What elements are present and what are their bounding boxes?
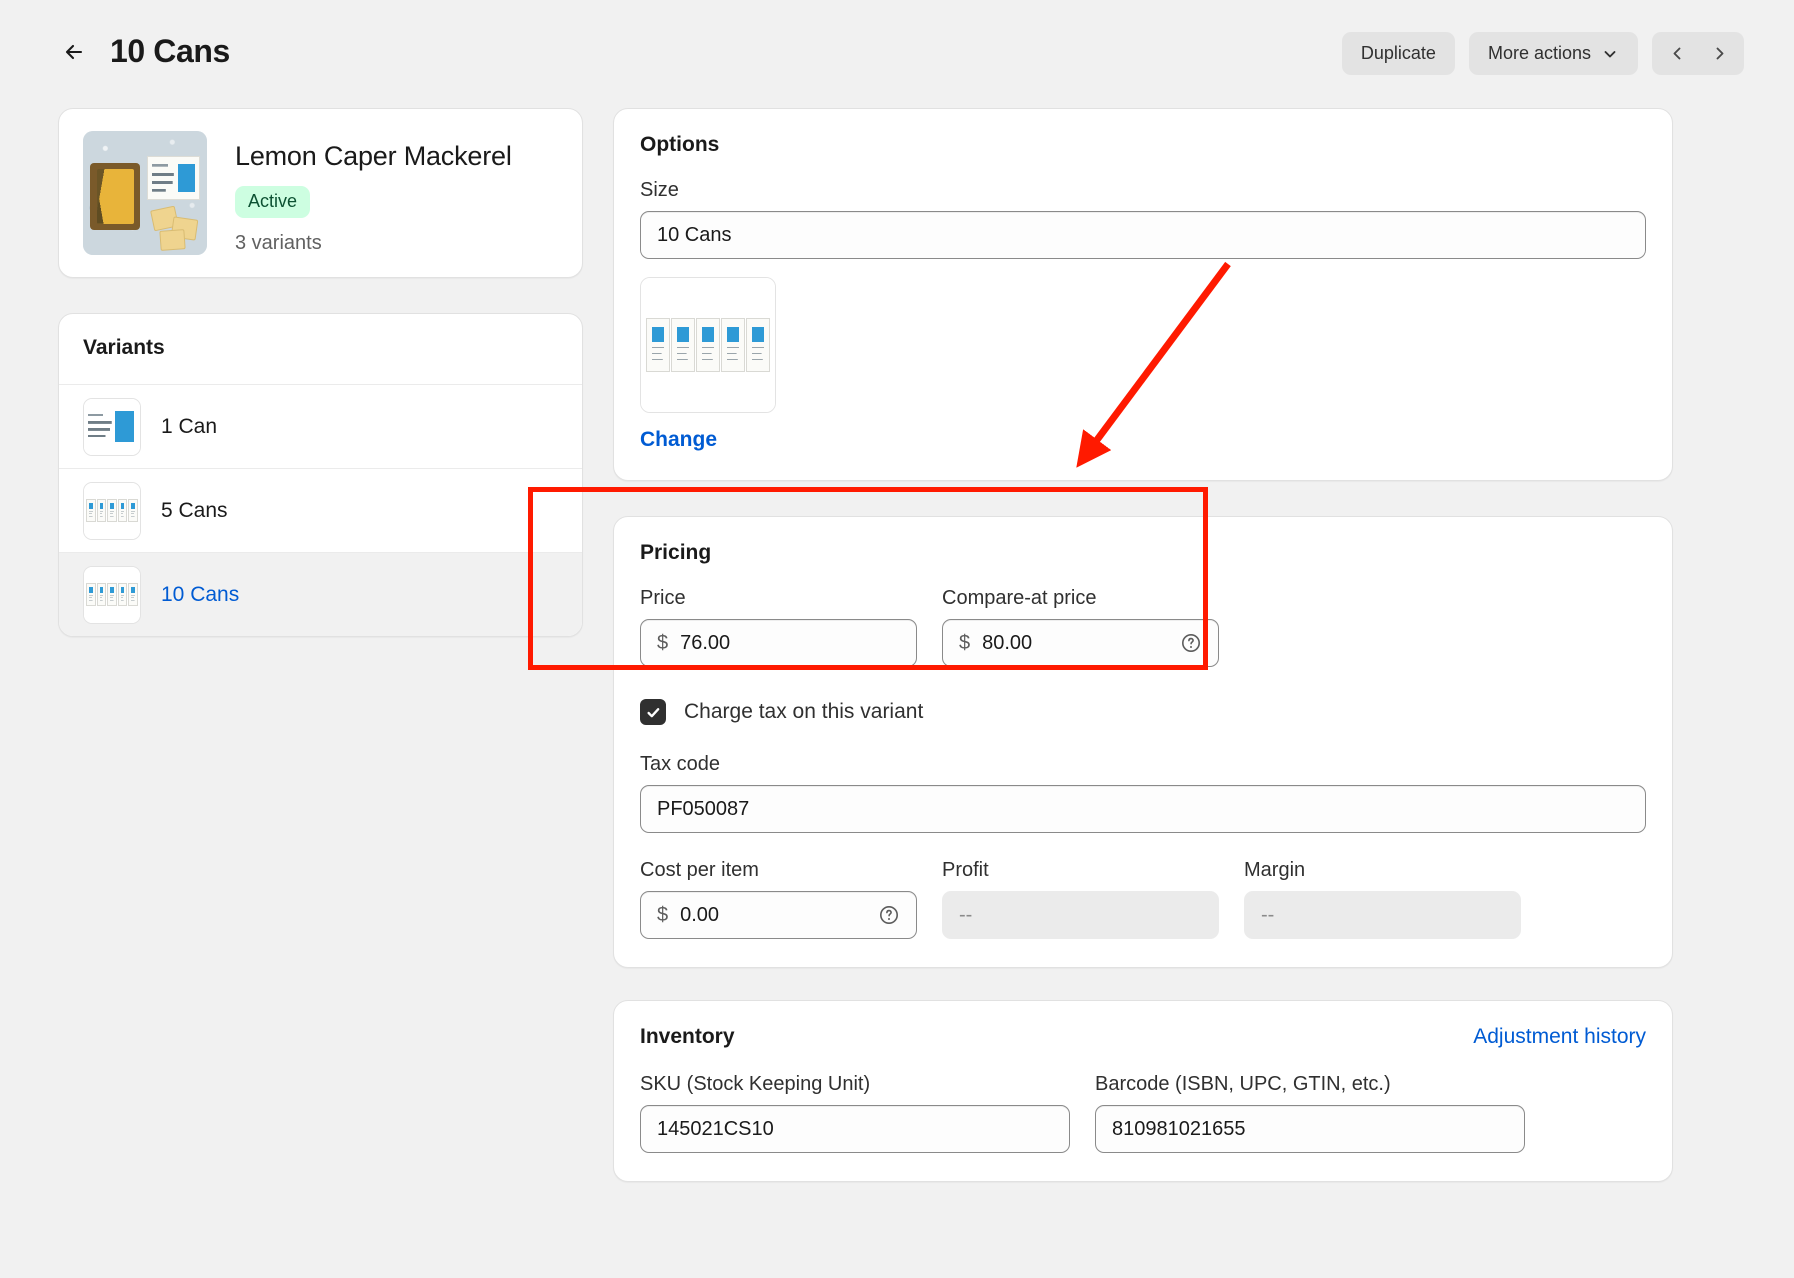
inventory-title: Inventory [640,1025,735,1048]
status-badge: Active [235,186,311,218]
variants-title: Variants [83,336,165,359]
tax-code-value: PF050087 [657,797,750,820]
pricing-title: Pricing [640,541,712,564]
cost-per-item-value: 0.00 [680,903,720,926]
sku-field-group: SKU (Stock Keeping Unit) 145021CS10 [640,1073,1070,1153]
variant-row-selected[interactable]: 10 Cans [59,552,582,636]
price-field-group: Price $ 76.00 [640,587,917,667]
margin-field-group: Margin -- [1244,859,1521,939]
chevron-down-icon [1601,45,1619,63]
options-card: Options Size 10 Cans Change [613,108,1673,481]
variant-detail-page: 10 Cans Duplicate More actions Lemon Cap… [0,0,1794,1278]
price-input[interactable]: $ 76.00 [640,619,917,667]
compare-at-price-field-group: Compare-at price $ 80.00 [942,587,1219,667]
margin-value-field: -- [1244,891,1521,939]
variants-card: Variants 1 Can 5 Cans 10 Cans [58,313,583,637]
price-label: Price [640,587,686,609]
right-column: Options Size 10 Cans Change Pricing Pric… [613,108,1673,1182]
pagination [1652,32,1744,75]
page-header: 10 Cans Duplicate More actions [0,0,1794,102]
sku-label: SKU (Stock Keeping Unit) [640,1073,871,1095]
profit-value-field: -- [942,891,1219,939]
size-label: Size [640,179,679,201]
charge-tax-checkbox[interactable] [640,699,666,725]
duplicate-label: Duplicate [1360,43,1436,63]
cost-per-item-field-group: Cost per item $ 0.00 [640,859,917,939]
inventory-card: Inventory Adjustment history SKU (Stock … [613,1000,1673,1182]
cost-per-item-label: Cost per item [640,859,759,881]
variant-thumbnail-icon [83,565,141,624]
cost-profit-margin-row: Cost per item $ 0.00 Profit -- Margin -- [640,859,1646,939]
inventory-fields-row: SKU (Stock Keeping Unit) 145021CS10 Barc… [640,1073,1646,1153]
variant-label: 10 Cans [161,582,240,606]
inventory-header: Inventory Adjustment history [640,1025,1646,1049]
compare-at-price-value: 80.00 [982,631,1033,654]
more-actions-button[interactable]: More actions [1468,32,1638,75]
currency-symbol: $ [959,631,971,654]
margin-value: -- [1261,903,1275,926]
profit-value: -- [959,903,973,926]
margin-label: Margin [1244,859,1306,881]
chevron-right-icon[interactable] [1698,34,1740,73]
variant-row[interactable]: 5 Cans [59,468,582,552]
price-value: 76.00 [680,631,731,654]
barcode-input[interactable]: 810981021655 [1095,1105,1525,1153]
profit-field-group: Profit -- [942,859,1219,939]
variant-label: 5 Cans [161,498,228,522]
currency-symbol: $ [657,903,669,926]
header-actions: Duplicate More actions [1341,32,1744,75]
variant-label: 1 Can [161,414,218,438]
tax-code-input[interactable]: PF050087 [640,785,1646,833]
cost-per-item-input[interactable]: $ 0.00 [640,891,917,939]
question-circle-icon[interactable] [878,904,900,926]
size-value: 10 Cans [657,223,732,246]
variant-thumbnail-icon [83,481,141,540]
duplicate-button[interactable]: Duplicate [1341,32,1455,75]
compare-at-price-label: Compare-at price [942,587,1097,609]
product-summary-card[interactable]: Lemon Caper Mackerel Active 3 variants [58,108,583,278]
left-column: Lemon Caper Mackerel Active 3 variants V… [58,108,583,637]
product-name: Lemon Caper Mackerel [235,141,512,171]
more-actions-label: More actions [1487,43,1591,63]
barcode-label: Barcode (ISBN, UPC, GTIN, etc.) [1095,1073,1391,1095]
arrow-left-icon[interactable] [58,36,90,68]
chevron-left-icon[interactable] [1656,34,1698,73]
change-image-link[interactable]: Change [640,428,717,452]
variants-count: 3 variants [235,232,322,254]
currency-symbol: $ [657,631,669,654]
page-title: 10 Cans [110,33,230,69]
barcode-field-group: Barcode (ISBN, UPC, GTIN, etc.) 81098102… [1095,1073,1525,1153]
sku-value: 145021CS10 [657,1117,774,1140]
product-info: Lemon Caper Mackerel Active 3 variants [235,131,512,255]
options-title: Options [640,133,720,156]
charge-tax-label: Charge tax on this variant [684,700,924,723]
tax-code-label: Tax code [640,753,721,775]
variant-thumbnail-icon [83,397,141,456]
tax-code-field-group: Tax code PF050087 [640,753,1646,833]
variant-row[interactable]: 1 Can [59,384,582,468]
question-circle-icon[interactable] [1180,632,1202,654]
barcode-value: 810981021655 [1112,1117,1246,1140]
product-photo [83,131,207,255]
price-fields-row: Price $ 76.00 Compare-at price $ 80.00 [640,587,1646,667]
compare-at-price-input[interactable]: $ 80.00 [942,619,1219,667]
adjustment-history-link[interactable]: Adjustment history [1473,1025,1646,1049]
pricing-card: Pricing Price $ 76.00 Compare-at price $ [613,516,1673,968]
sku-input[interactable]: 145021CS10 [640,1105,1070,1153]
variant-image[interactable] [640,277,776,413]
charge-tax-row[interactable]: Charge tax on this variant [640,699,1646,725]
size-input[interactable]: 10 Cans [640,211,1646,259]
profit-label: Profit [942,859,989,881]
